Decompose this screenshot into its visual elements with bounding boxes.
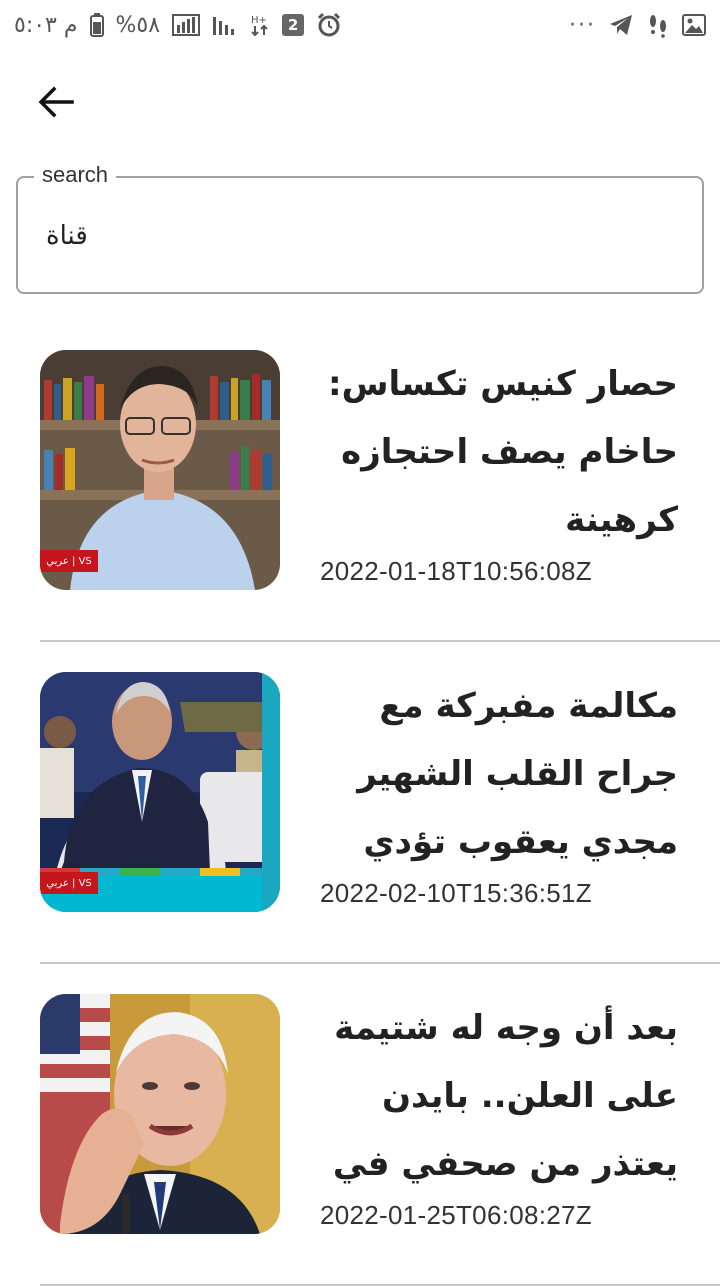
data-arrows-icon: H+	[250, 13, 270, 37]
battery-percent: %٥٨	[115, 12, 161, 38]
svg-text:H+: H+	[251, 15, 267, 26]
channel-tag: عربي | VS	[40, 550, 98, 572]
battery-icon	[89, 13, 104, 37]
search-input[interactable]	[46, 214, 666, 258]
search-field[interactable]: search	[16, 162, 704, 294]
status-bar: م ٥:٠٣ %٥٨ H+ 2 ···	[0, 0, 720, 50]
sim-badge: 2	[282, 14, 305, 36]
signal-icon	[172, 13, 201, 37]
image-icon	[682, 13, 706, 37]
article-thumbnail: عربي | VS	[40, 350, 280, 590]
article-date: 2022-01-18T10:56:08Z	[320, 556, 592, 586]
article-title: مكالمة مفبركة مع جراح القلب الشهير مجدي …	[357, 686, 678, 862]
footsteps-icon	[646, 12, 670, 38]
channel-tag-label: عربي | VS	[46, 555, 92, 567]
article-title: حصار كنيس تكساس: حاخام يصف احتجازه كرهين…	[327, 364, 678, 540]
back-button[interactable]	[28, 80, 84, 128]
status-time: م ٥:٠٣	[14, 12, 78, 38]
article-item[interactable]: عربي | VS مكالمة مفبركة مع جراح القلب ال…	[0, 642, 720, 964]
status-left: م ٥:٠٣ %٥٨ H+ 2	[14, 12, 342, 38]
article-thumbnail	[40, 994, 280, 1234]
search-label: search	[34, 162, 117, 188]
channel-tag-label: عربي | VS	[46, 877, 92, 889]
article-title: بعد أن وجه له شتيمة على العلن.. بايدن يع…	[332, 1008, 678, 1184]
signal-2-icon	[212, 13, 238, 37]
status-right: ···	[569, 12, 706, 38]
article-item[interactable]: عربي | VS حصار كنيس تكساس: حاخام يصف احت…	[0, 320, 720, 642]
article-date: 2022-01-25T06:08:27Z	[320, 1200, 592, 1230]
more-icon: ···	[569, 12, 596, 38]
channel-tag: عربي | VS	[40, 872, 98, 894]
telegram-icon	[608, 13, 634, 37]
alarm-icon	[316, 12, 342, 38]
article-item[interactable]: بعد أن وجه له شتيمة على العلن.. بايدن يع…	[0, 964, 720, 1286]
article-list: عربي | VS حصار كنيس تكساس: حاخام يصف احت…	[0, 320, 720, 1286]
article-thumbnail: عربي | VS	[40, 672, 280, 912]
article-date: 2022-02-10T15:36:51Z	[320, 878, 592, 908]
back-arrow-icon	[38, 86, 74, 122]
